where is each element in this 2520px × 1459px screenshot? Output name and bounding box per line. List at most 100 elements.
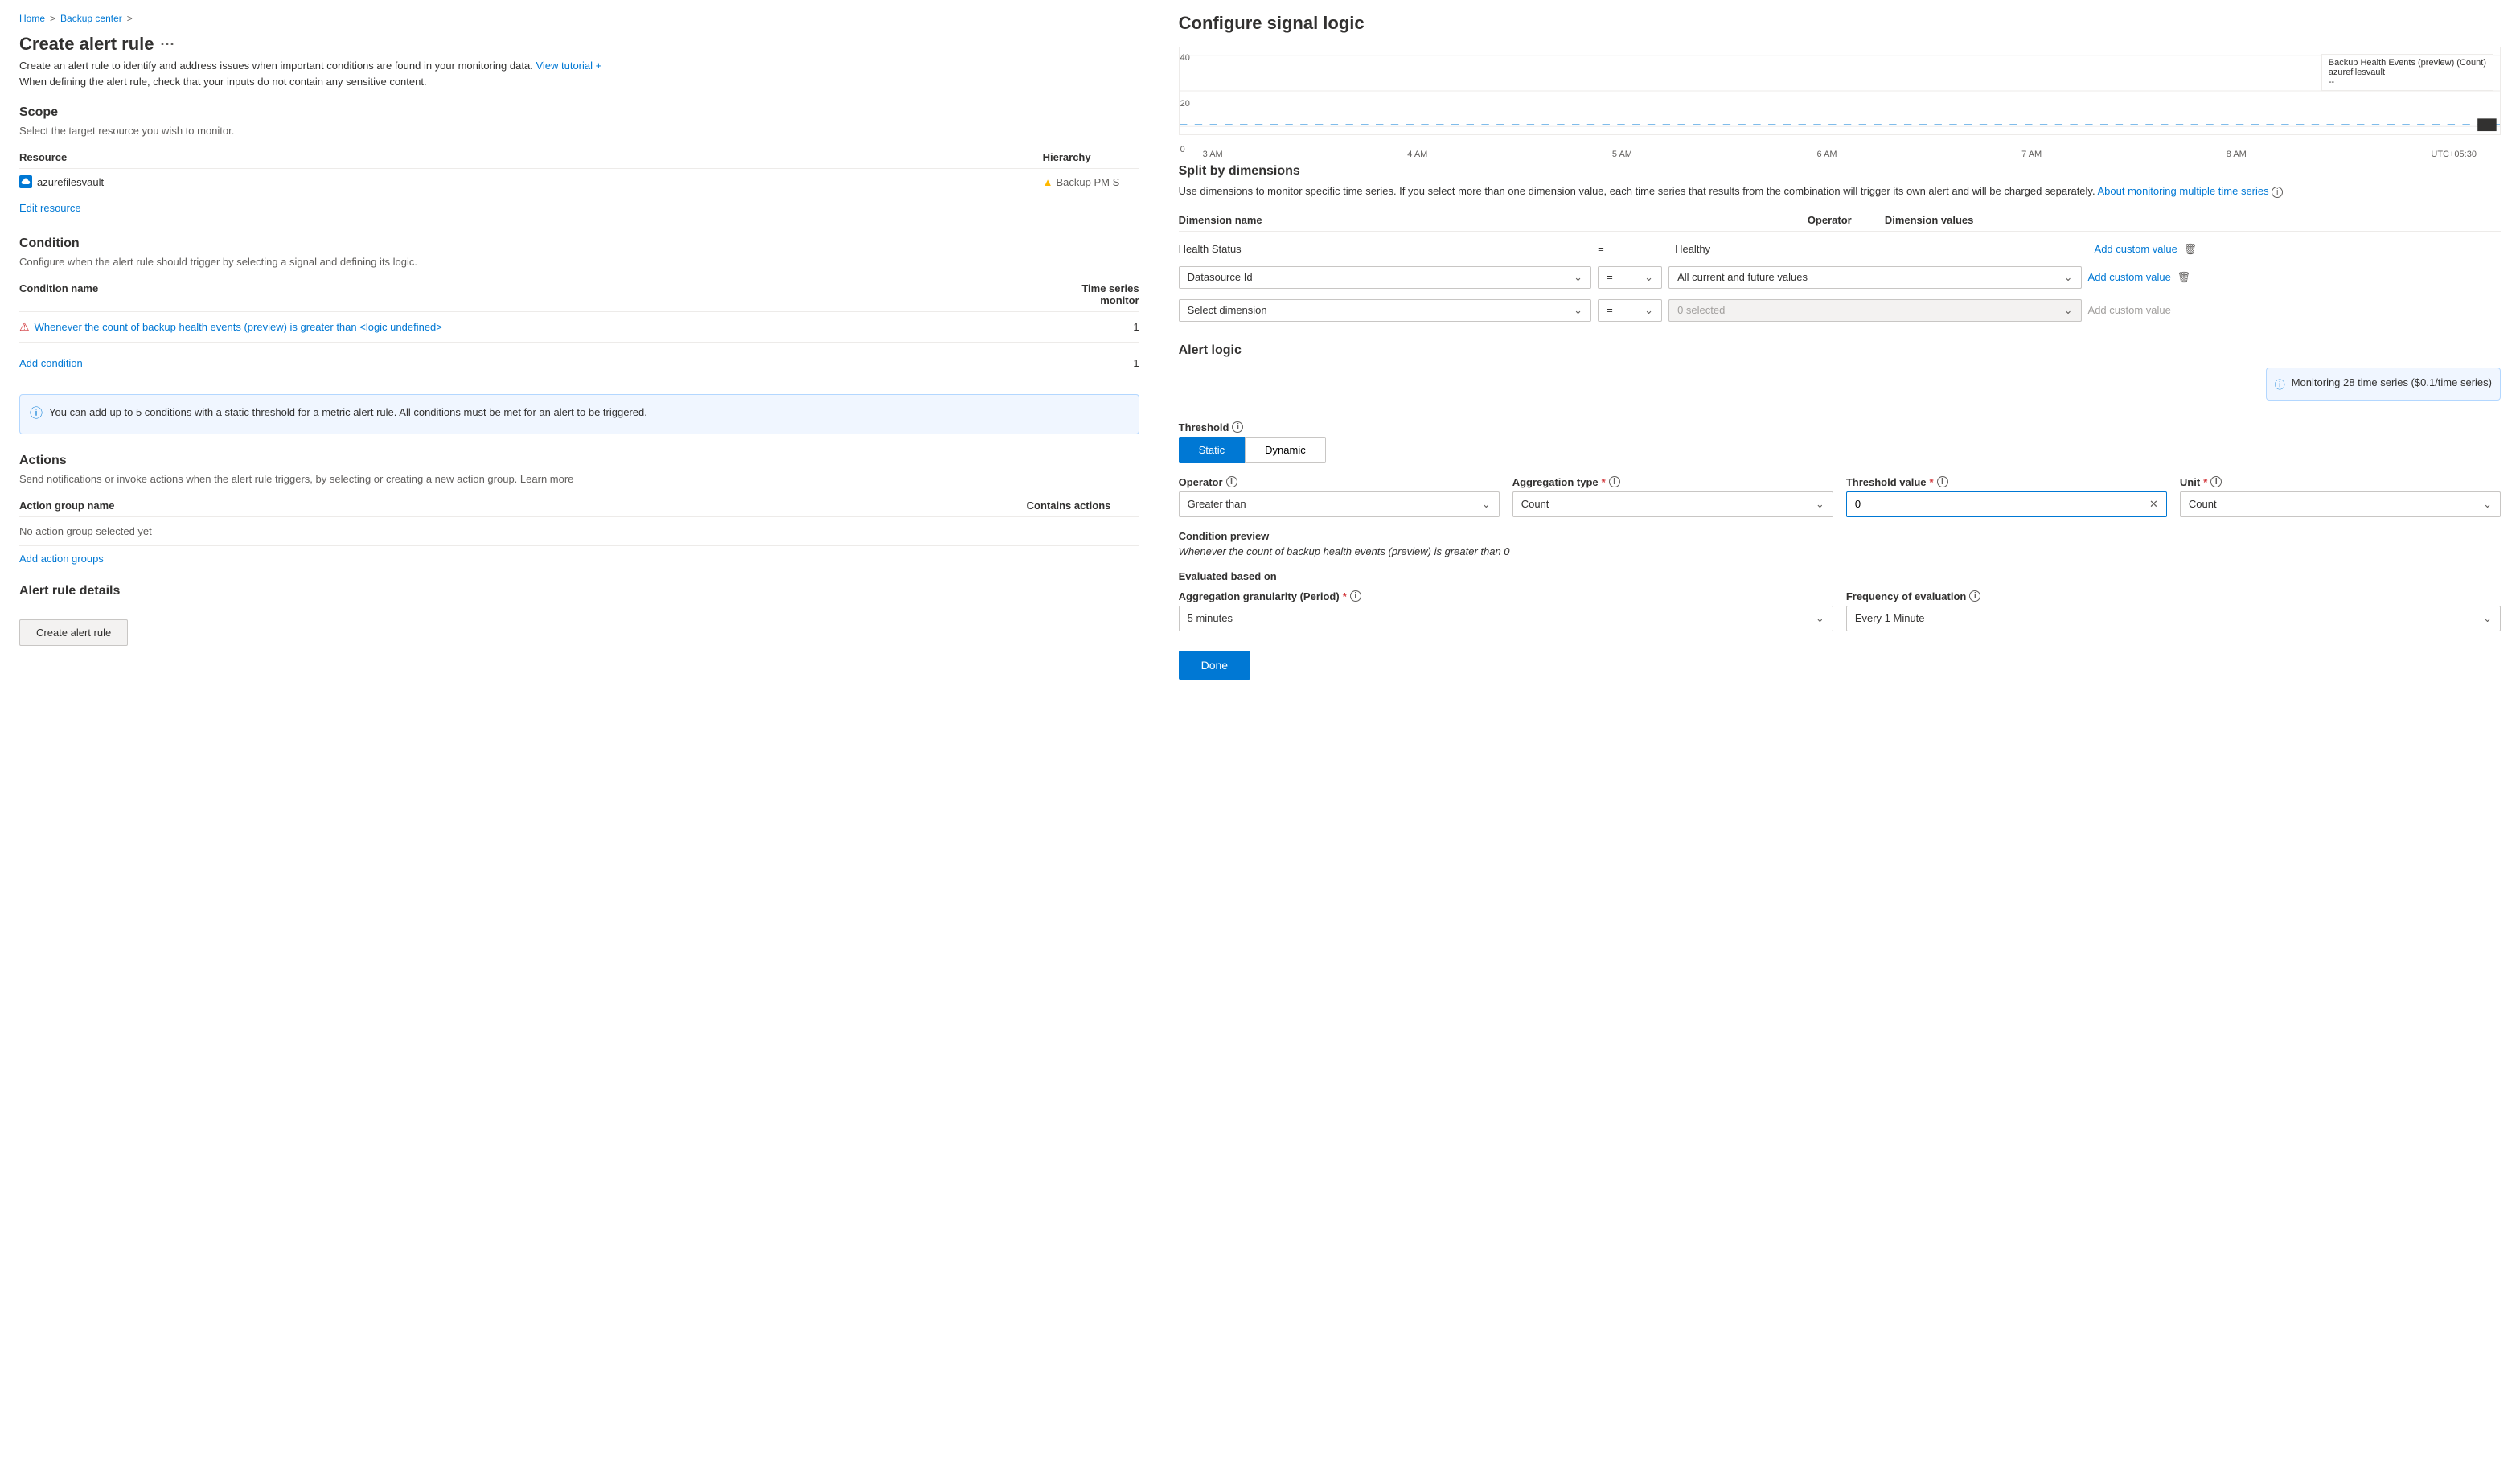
condition-title: Condition (19, 236, 1139, 251)
dynamic-threshold-btn[interactable]: Dynamic (1245, 437, 1326, 463)
dim-op-select-container: = ⌄ (1598, 299, 1662, 322)
breadcrumb-home[interactable]: Home (19, 13, 45, 24)
threshold-clear-icon[interactable]: ✕ (2149, 498, 2158, 511)
operator-info-icon[interactable]: i (1226, 476, 1237, 487)
x-label-utc: UTC+05:30 (2431, 150, 2477, 159)
learn-more-link[interactable]: Learn more (520, 473, 573, 485)
threshold-info-icon[interactable]: i (1232, 421, 1243, 433)
chart-x-labels: 3 AM 4 AM 5 AM 6 AM 7 AM 8 AM UTC+05:30 (1179, 148, 2501, 161)
dim-custom-link-datasource[interactable]: Add custom value (2088, 271, 2171, 283)
info-circle-split[interactable]: i (2272, 187, 2283, 198)
dim-delete-icon-1[interactable]: 🗑 (2177, 271, 2191, 283)
signal-logic-title: Configure signal logic (1179, 13, 2501, 34)
dim-val-dropdown-container: All current and future values ⌄ (1668, 266, 2081, 289)
dim-name-dropdown-value: Datasource Id (1188, 271, 1253, 283)
x-label-4am: 4 AM (1407, 150, 1427, 159)
dim-custom-text-select: Add custom value (2088, 304, 2171, 316)
dim-delete-icon-0[interactable]: 🗑 (2184, 243, 2198, 255)
aggregation-select[interactable]: Count ⌄ (1512, 491, 1833, 517)
dim-custom-select: Add custom value (2088, 304, 2501, 316)
scope-table-header: Resource Hierarchy (19, 146, 1139, 169)
dim-custom-health-status: Add custom value 🗑 (2095, 243, 2501, 256)
frequency-chevron-icon: ⌄ (2483, 612, 2492, 625)
col-contains-actions-header: Contains actions (1027, 499, 1139, 512)
monitoring-info-row: ⓘ Monitoring 28 time series ($0.1/time s… (1179, 368, 2501, 413)
dim-name-select-container: Select dimension ⌄ (1179, 299, 1591, 322)
dim-op-dropdown[interactable]: = ⌄ (1598, 266, 1662, 289)
agg-granularity-select[interactable]: 5 minutes ⌄ (1179, 606, 1833, 631)
threshold-value-info-icon[interactable]: i (1937, 476, 1948, 487)
operator-value: Greater than (1188, 498, 1246, 510)
about-monitoring-link[interactable]: About monitoring multiple time series (2097, 185, 2268, 197)
dim-val-select-container: 0 selected ⌄ (1668, 299, 2081, 322)
actions-title: Actions (19, 454, 1139, 468)
aggregation-value: Count (1521, 498, 1549, 510)
dim-name-dropdown[interactable]: Datasource Id ⌄ (1179, 266, 1591, 289)
threshold-value-input[interactable] (1855, 498, 2149, 510)
threshold-label: Threshold i (1179, 421, 2501, 434)
threshold-toggle: Static Dynamic (1179, 437, 2501, 463)
dim-name-health-status: Health Status (1179, 243, 1585, 255)
frequency-info-icon[interactable]: i (1969, 590, 1980, 602)
more-options-icon[interactable]: ··· (161, 36, 175, 53)
unit-label: Unit * i (2180, 476, 2501, 488)
x-label-6am: 6 AM (1817, 150, 1837, 159)
resource-cell: azurefilesvault (19, 175, 1043, 188)
operator-label: Operator i (1179, 476, 1500, 488)
dim-val-select-dropdown[interactable]: 0 selected ⌄ (1668, 299, 2081, 322)
dim-name-dropdown-container: Datasource Id ⌄ (1179, 266, 1591, 289)
dim-val-select-value: 0 selected (1677, 304, 1725, 316)
condition-link[interactable]: Whenever the count of backup health even… (35, 321, 442, 333)
dim-custom-link-health-status[interactable]: Add custom value (2095, 243, 2177, 255)
chart-legend-value: -- (2329, 77, 2486, 87)
unit-info-icon[interactable]: i (2210, 476, 2222, 487)
col-hierarchy-header: Hierarchy (1043, 151, 1139, 163)
create-alert-button[interactable]: Create alert rule (19, 619, 128, 646)
hierarchy-value: Backup PM S (1057, 176, 1120, 188)
chart-area: Backup Health Events (preview) (Count) a… (1179, 47, 2501, 135)
dim-val-dropdown[interactable]: All current and future values ⌄ (1668, 266, 2081, 289)
x-label-5am: 5 AM (1612, 150, 1632, 159)
unit-select[interactable]: Count ⌄ (2180, 491, 2501, 517)
done-button[interactable]: Done (1179, 651, 1250, 680)
split-by-dimensions-section: Split by dimensions Use dimensions to mo… (1179, 164, 2501, 327)
condition-row: ⚠ Whenever the count of backup health ev… (19, 312, 1139, 343)
add-condition-link[interactable]: Add condition (19, 351, 83, 376)
dim-op-select-dropdown[interactable]: = ⌄ (1598, 299, 1662, 322)
left-panel: Home > Backup center > Create alert rule… (0, 0, 1159, 1459)
condition-preview-title: Condition preview (1179, 530, 2501, 542)
x-label-8am: 8 AM (2227, 150, 2247, 159)
actions-desc: Send notifications or invoke actions whe… (19, 473, 1139, 485)
agg-granularity-info-icon[interactable]: i (1350, 590, 1361, 602)
page-description: Create an alert rule to identify and add… (19, 58, 1139, 89)
frequency-value: Every 1 Minute (1855, 612, 1925, 624)
operator-select[interactable]: Greater than ⌄ (1179, 491, 1500, 517)
dim-name-select-chevron-icon: ⌄ (1574, 304, 1582, 317)
unit-field: Unit * i Count ⌄ (2180, 476, 2501, 517)
col-action-name-header: Action group name (19, 499, 1027, 512)
breadcrumb-backup-center[interactable]: Backup center (60, 13, 122, 24)
actions-table-header: Action group name Contains actions (19, 495, 1139, 517)
frequency-select[interactable]: Every 1 Minute ⌄ (1846, 606, 2501, 631)
static-threshold-btn[interactable]: Static (1179, 437, 1246, 463)
chart-container: 40 20 0 Backup Health Events (previe (1179, 47, 2501, 161)
agg-granularity-field: Aggregation granularity (Period) * i 5 m… (1179, 590, 1833, 631)
time-series-value: 1 (1075, 321, 1139, 333)
view-tutorial-link[interactable]: View tutorial + (536, 60, 601, 72)
agg-granularity-chevron-icon: ⌄ (1816, 612, 1824, 625)
actions-section: Actions Send notifications or invoke act… (19, 454, 1139, 565)
breadcrumb: Home > Backup center > (19, 13, 1139, 24)
dim-name-select-dropdown[interactable]: Select dimension ⌄ (1179, 299, 1591, 322)
dim-custom-datasource: Add custom value 🗑 (2088, 271, 2501, 284)
dim-op-dropdown-container: = ⌄ (1598, 266, 1662, 289)
aggregation-info-icon[interactable]: i (1609, 476, 1620, 487)
alert-logic-section: Alert logic ⓘ Monitoring 28 time series … (1179, 343, 2501, 680)
operator-field: Operator i Greater than ⌄ (1179, 476, 1500, 517)
col-dim-name-header: Dimension name (1179, 214, 1795, 226)
alert-details-section: Alert rule details (19, 584, 1139, 598)
threshold-value-label: Threshold value * i (1846, 476, 2167, 488)
col-dim-op-header: Operator (1808, 214, 1872, 226)
right-panel: Configure signal logic 40 20 0 (1159, 0, 2520, 1459)
edit-resource-link[interactable]: Edit resource (19, 202, 81, 214)
add-action-groups-link[interactable]: Add action groups (19, 553, 104, 565)
